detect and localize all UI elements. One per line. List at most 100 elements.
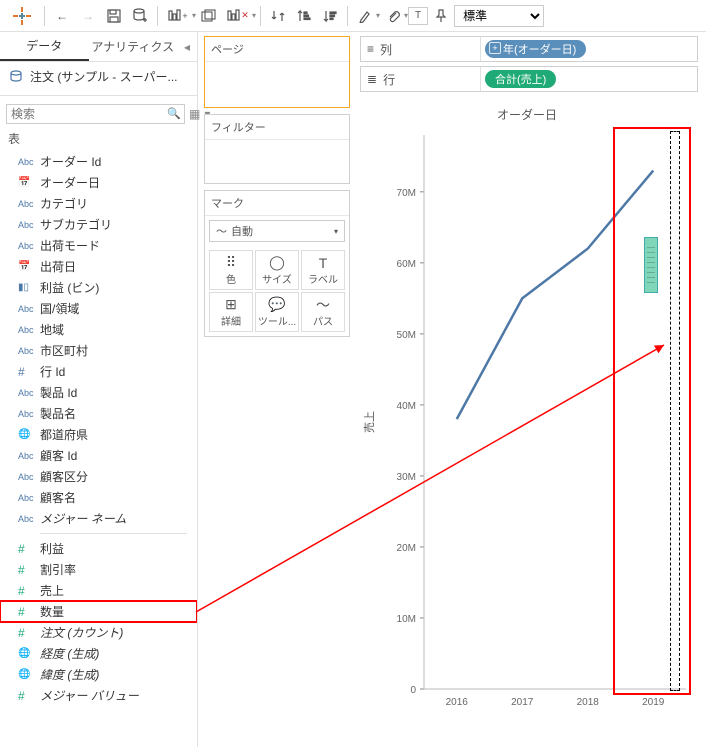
field-type-icon <box>18 542 40 556</box>
field-label: 顧客 Id <box>40 447 77 464</box>
field-label: 出荷モード <box>40 237 100 254</box>
field-type-icon <box>18 177 40 188</box>
chevron-down-icon: ▾ <box>334 227 338 236</box>
field-item[interactable]: 緯度 (生成) <box>0 664 197 685</box>
field-item[interactable]: 地域 <box>0 319 197 340</box>
mark-card-3[interactable]: ⊞詳細 <box>209 292 253 332</box>
field-item[interactable]: 行 Id <box>0 361 197 382</box>
field-item[interactable]: 都道府県 <box>0 424 197 445</box>
save-button[interactable] <box>101 3 127 29</box>
field-item[interactable]: 製品 Id <box>0 382 197 403</box>
back-button[interactable]: ← <box>49 3 75 29</box>
field-type-icon <box>18 157 40 167</box>
fields-list: オーダー Id オーダー日カテゴリサブカテゴリ出荷モード出荷日利益 (ビン) 国/領… <box>0 151 197 747</box>
field-item[interactable]: 市区町村 <box>0 340 197 361</box>
expand-icon[interactable]: + <box>489 42 501 54</box>
field-item[interactable]: サブカテゴリ <box>0 214 197 235</box>
field-label: サブカテゴリ <box>40 216 112 233</box>
swap-button[interactable] <box>265 3 291 29</box>
mark-card-4[interactable]: 💬ツール... <box>255 292 299 332</box>
pin-button[interactable] <box>428 3 454 29</box>
datasource-icon <box>8 69 24 85</box>
column-pill-year[interactable]: + 年(オーダー日) <box>485 40 586 58</box>
columns-shelf[interactable]: ≡列 + 年(オーダー日) <box>360 36 698 62</box>
labels-button[interactable]: T <box>408 7 428 25</box>
mark-card-label: ラベル <box>308 271 338 286</box>
field-type-icon <box>18 472 40 482</box>
field-label: 利益 (ビン) <box>40 279 99 296</box>
datasource-item[interactable]: 注文 (サンプル - スーパー... <box>0 62 197 91</box>
ruler-cursor-icon <box>644 237 658 293</box>
field-item[interactable]: 経度 (生成) <box>0 643 197 664</box>
field-item[interactable]: 顧客 Id <box>0 445 197 466</box>
row-pill-sum-sales[interactable]: 合計(売上) <box>485 70 556 88</box>
field-label: オーダー日 <box>40 174 100 191</box>
field-item[interactable]: 注文 (カウント) <box>0 622 197 643</box>
mark-card-icon: ⊞ <box>225 297 237 313</box>
dropdown-arrow-icon[interactable]: ▾ <box>252 11 256 20</box>
svg-text:40M: 40M <box>397 401 416 412</box>
field-label: 利益 <box>40 540 64 557</box>
fit-mode-select[interactable]: 標準 <box>454 5 544 27</box>
forward-button[interactable]: → <box>75 3 101 29</box>
highlight-button[interactable] <box>352 3 378 29</box>
search-input[interactable] <box>6 104 185 124</box>
field-item[interactable]: 利益 <box>0 538 197 559</box>
sort-asc-button[interactable] <box>291 3 317 29</box>
new-datasource-button[interactable] <box>127 3 153 29</box>
mark-card-0[interactable]: ⠿色 <box>209 250 253 290</box>
field-item[interactable]: 割引率 <box>0 559 197 580</box>
section-title: 表 <box>0 128 197 151</box>
marks-card: マーク 〜 自動 ▾ ⠿色◯サイズTラベル⊞詳細💬ツール...〜パス <box>204 190 350 337</box>
mark-type-select[interactable]: 〜 自動 ▾ <box>209 220 345 242</box>
svg-text:10M: 10M <box>397 614 416 625</box>
field-item[interactable]: カテゴリ <box>0 193 197 214</box>
field-type-icon <box>18 584 40 598</box>
collapse-sidebar-icon[interactable]: ◂ <box>177 32 197 61</box>
field-label: 地域 <box>40 321 64 338</box>
duplicate-sheet-button[interactable] <box>196 3 222 29</box>
tab-data[interactable]: データ <box>0 32 89 61</box>
field-type-icon <box>18 451 40 461</box>
field-item[interactable]: 顧客区分 <box>0 466 197 487</box>
svg-text:50M: 50M <box>397 330 416 341</box>
field-label: 出荷日 <box>40 258 76 275</box>
svg-text:60M: 60M <box>397 259 416 270</box>
field-label: メジャー バリュー <box>40 687 139 704</box>
mark-card-5[interactable]: 〜パス <box>301 292 345 332</box>
field-label: 注文 (カウント) <box>40 624 123 641</box>
divider <box>0 95 197 96</box>
new-sheet-button[interactable]: + <box>162 3 194 29</box>
field-item[interactable]: メジャー ネーム <box>0 508 197 529</box>
field-item[interactable]: オーダー日 <box>0 172 197 193</box>
svg-text:2017: 2017 <box>511 697 534 708</box>
field-item[interactable]: 出荷モード <box>0 235 197 256</box>
mark-card-1[interactable]: ◯サイズ <box>255 250 299 290</box>
field-type-icon <box>18 282 40 293</box>
field-label: カテゴリ <box>40 195 88 212</box>
field-type-icon <box>18 220 40 230</box>
field-item[interactable]: 出荷日 <box>0 256 197 277</box>
field-type-icon <box>18 493 40 503</box>
field-item[interactable]: メジャー バリュー <box>0 685 197 706</box>
field-item[interactable]: 数量 <box>0 601 197 622</box>
attachment-button[interactable] <box>380 3 406 29</box>
filters-card[interactable]: フィルター <box>204 114 350 184</box>
field-item[interactable]: 顧客名 <box>0 487 197 508</box>
field-item[interactable]: 国/領域 <box>0 298 197 319</box>
clear-sheet-button[interactable]: ✕ <box>222 3 254 29</box>
field-type-icon <box>18 304 40 314</box>
mark-card-2[interactable]: Tラベル <box>301 250 345 290</box>
field-item[interactable]: 製品名 <box>0 403 197 424</box>
field-item[interactable]: 利益 (ビン) <box>0 277 197 298</box>
tab-analytics[interactable]: アナリティクス <box>89 32 178 61</box>
sort-desc-button[interactable] <box>317 3 343 29</box>
rows-shelf[interactable]: ≣行 合計(売上) <box>360 66 698 92</box>
svg-text:20M: 20M <box>397 543 416 554</box>
field-item[interactable]: 売上 <box>0 580 197 601</box>
pages-card[interactable]: ページ <box>204 36 350 108</box>
field-label: 行 Id <box>40 363 65 380</box>
app-logo[interactable] <box>10 4 34 28</box>
field-item[interactable]: オーダー Id <box>0 151 197 172</box>
field-type-icon <box>18 429 40 440</box>
